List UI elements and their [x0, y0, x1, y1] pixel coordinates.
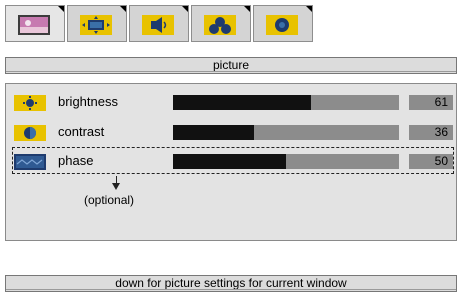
setting-row-phase[interactable]: phase 50 [6, 150, 456, 172]
tab-corner-marker [244, 6, 250, 12]
setting-label: brightness [58, 94, 118, 109]
slider-fill [173, 95, 311, 110]
arrow-down-icon [112, 183, 120, 190]
page-title: picture [5, 57, 457, 74]
tab-picture[interactable] [5, 5, 65, 42]
tab-corner-marker [306, 6, 312, 12]
setting-value: 36 [409, 125, 453, 140]
tab-settings[interactable] [253, 5, 313, 42]
tab-display-position[interactable] [67, 5, 127, 42]
contrast-icon [14, 125, 46, 141]
optional-note: (optional) [84, 193, 135, 207]
setting-label: phase [58, 153, 94, 168]
menu-tabs [5, 5, 460, 43]
setting-value: 50 [409, 154, 453, 169]
audio-icon [142, 15, 174, 35]
setting-row-contrast[interactable]: contrast 36 [6, 121, 456, 143]
slider-fill [173, 154, 286, 169]
tab-corner-marker [182, 6, 188, 12]
color-icon [204, 15, 236, 35]
footer-hint: down for picture settings for current wi… [5, 275, 457, 292]
brightness-slider[interactable] [173, 95, 399, 110]
tab-color[interactable] [191, 5, 251, 42]
picture-icon [18, 15, 50, 35]
phase-slider[interactable] [173, 154, 399, 169]
contrast-slider[interactable] [173, 125, 399, 140]
brightness-icon [14, 95, 46, 111]
tab-audio[interactable] [129, 5, 189, 42]
display-position-icon [80, 15, 112, 35]
tab-corner-marker [120, 6, 126, 12]
setting-value: 61 [409, 95, 453, 110]
phase-icon [14, 154, 46, 170]
tab-corner-marker [58, 6, 64, 12]
slider-fill [173, 125, 255, 140]
settings-icon [266, 15, 298, 35]
setting-label: contrast [58, 124, 105, 139]
setting-row-brightness[interactable]: brightness 61 [6, 91, 456, 113]
settings-panel: brightness 61 contrast 36 phase 50 (opti… [5, 83, 457, 241]
